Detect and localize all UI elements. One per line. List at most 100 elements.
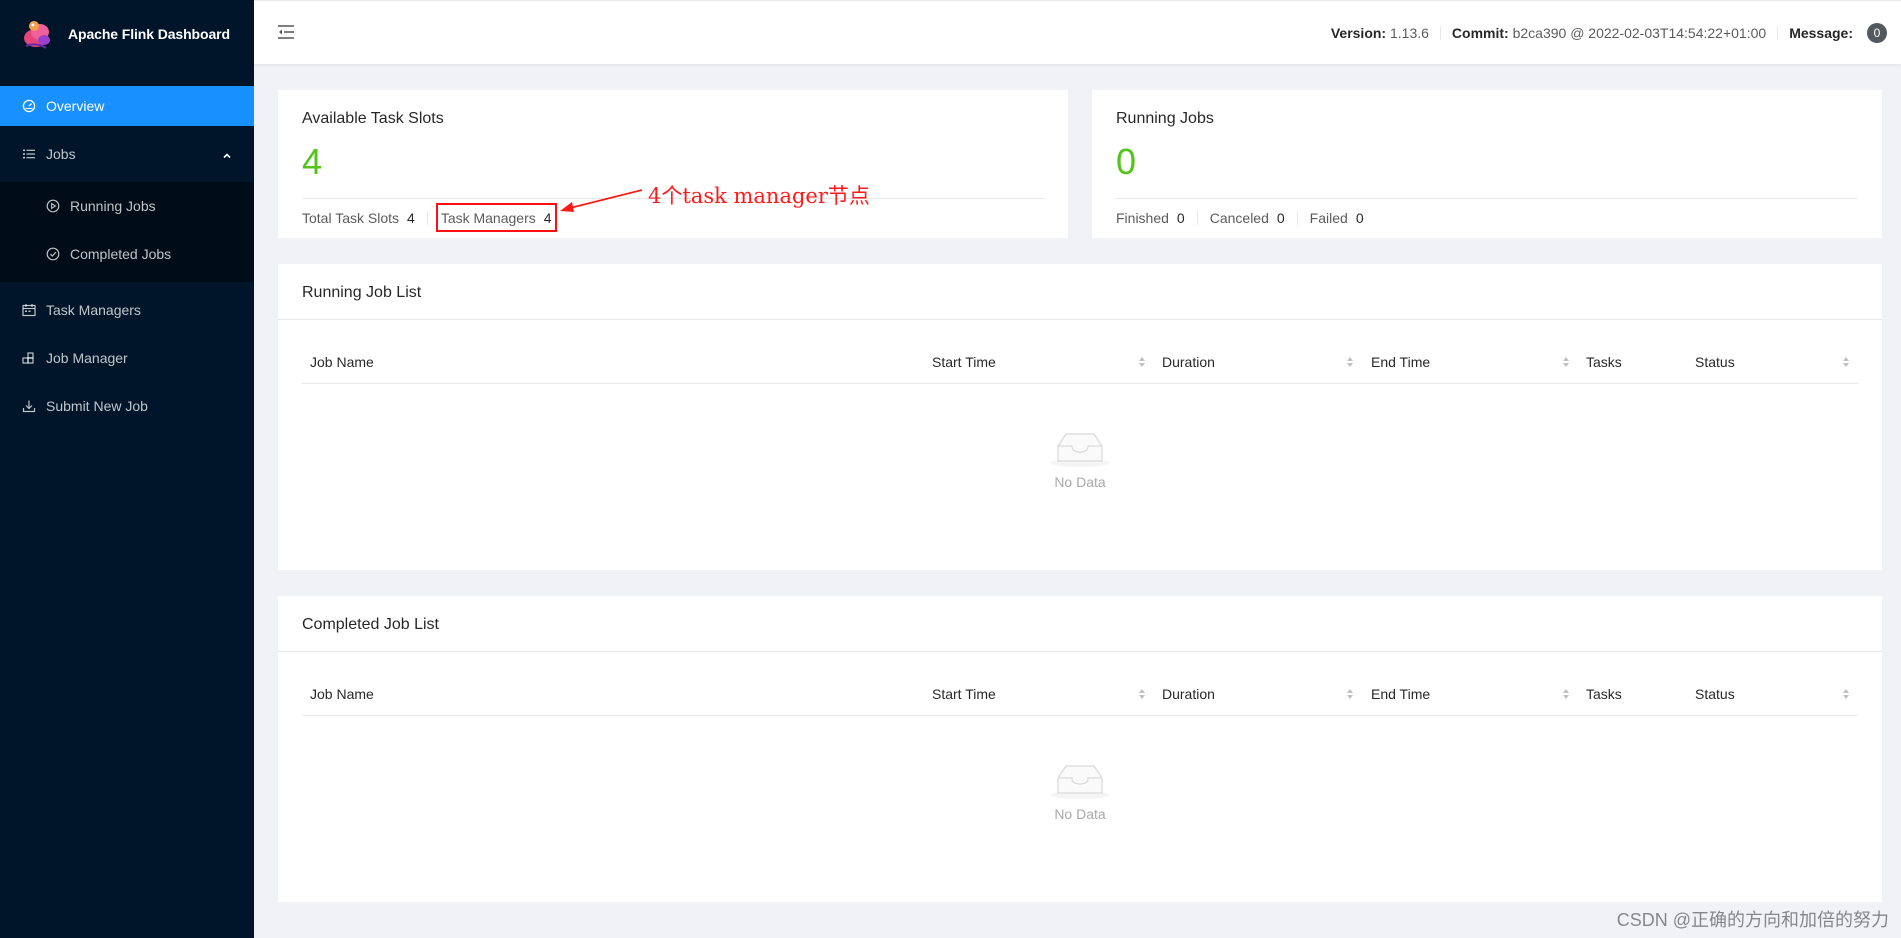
running-jobs-footer: Finished 0 Canceled 0 Failed 0 bbox=[1116, 198, 1858, 225]
highlight-box: Task Managers 4 bbox=[435, 203, 557, 232]
sort-icon[interactable] bbox=[1138, 355, 1146, 369]
running-jobs-card: Running Jobs 0 Finished 0 Canceled 0 Faile… bbox=[1092, 90, 1882, 238]
app-title: Apache Flink Dashboard bbox=[68, 26, 230, 42]
jobs-submenu: Running Jobs Completed Jobs bbox=[0, 182, 254, 282]
finished-value: 0 bbox=[1176, 210, 1185, 226]
schedule-icon bbox=[22, 303, 36, 317]
column-status[interactable]: Status bbox=[1695, 354, 1735, 370]
canceled-value: 0 bbox=[1276, 210, 1285, 226]
task-slots-card: Available Task Slots 4 Total Task Slots 4… bbox=[278, 90, 1068, 238]
column-duration[interactable]: Duration bbox=[1162, 354, 1215, 370]
finished-label: Finished bbox=[1116, 210, 1169, 226]
sidebar-menu: Overview Jobs Running Jobs Completed Job… bbox=[0, 86, 254, 434]
version-value: 1.13.6 bbox=[1389, 25, 1429, 41]
empty-text: No Data bbox=[1054, 474, 1106, 490]
column-end-time[interactable]: End Time bbox=[1371, 354, 1430, 370]
column-job-name: Job Name bbox=[310, 686, 374, 702]
sort-icon[interactable] bbox=[1562, 687, 1570, 701]
task-managers-label: Task Managers bbox=[440, 210, 536, 226]
task-managers-value: 4 bbox=[543, 210, 552, 226]
logo[interactable]: Apache Flink Dashboard bbox=[0, 0, 254, 68]
sidebar-item-overview[interactable]: Overview bbox=[0, 86, 254, 126]
running-job-list-card: Running Job List Job Name Start Time Dur… bbox=[278, 264, 1882, 570]
finished-stat: Finished 0 bbox=[1116, 211, 1198, 225]
annotation-text: 4个task manager节点 bbox=[648, 184, 870, 208]
sidebar-item-label: Running Jobs bbox=[70, 198, 156, 214]
canceled-label: Canceled bbox=[1209, 210, 1269, 226]
upload-icon bbox=[22, 399, 36, 413]
header: Version: 1.13.6 Commit: b2ca390 @ 2022-0… bbox=[254, 0, 1901, 64]
play-circle-icon bbox=[46, 199, 60, 213]
sidebar-item-label: Submit New Job bbox=[46, 398, 148, 414]
empty-state: No Data bbox=[302, 428, 1858, 490]
failed-value: 0 bbox=[1355, 210, 1364, 226]
sidebar-item-jobs[interactable]: Jobs bbox=[0, 134, 254, 174]
message-label: Message: bbox=[1789, 25, 1853, 41]
column-duration[interactable]: Duration bbox=[1162, 686, 1215, 702]
failed-stat: Failed 0 bbox=[1310, 211, 1376, 225]
column-tasks: Tasks bbox=[1586, 686, 1622, 702]
total-task-slots-label: Total Task Slots bbox=[302, 210, 400, 226]
commit-value: b2ca390 @ 2022-02-03T14:54:22+01:00 bbox=[1512, 25, 1767, 41]
sidebar-item-completed-jobs[interactable]: Completed Jobs bbox=[0, 234, 254, 274]
sidebar-item-submit-new-job[interactable]: Submit New Job bbox=[0, 386, 254, 426]
sidebar-item-job-manager[interactable]: Job Manager bbox=[0, 338, 254, 378]
column-start-time[interactable]: Start Time bbox=[932, 686, 996, 702]
message-info[interactable]: Message: 0 bbox=[1778, 23, 1901, 43]
sort-icon[interactable] bbox=[1842, 355, 1850, 369]
sort-icon[interactable] bbox=[1842, 687, 1850, 701]
sidebar-item-label: Overview bbox=[46, 98, 105, 114]
completed-job-list-title: Completed Job List bbox=[278, 596, 1882, 652]
running-job-list-title: Running Job List bbox=[278, 264, 1882, 320]
list-icon bbox=[22, 147, 36, 161]
sidebar-item-label: Task Managers bbox=[46, 302, 141, 318]
column-job-name: Job Name bbox=[310, 354, 374, 370]
running-job-table: Job Name Start Time Duration End Time Ta… bbox=[302, 340, 1858, 490]
column-end-time[interactable]: End Time bbox=[1371, 686, 1430, 702]
running-jobs-title: Running Jobs bbox=[1116, 110, 1214, 127]
sidebar-item-task-managers[interactable]: Task Managers bbox=[0, 290, 254, 330]
chevron-up-icon bbox=[222, 148, 232, 164]
column-status[interactable]: Status bbox=[1695, 686, 1735, 702]
total-task-slots: Total Task Slots 4 bbox=[302, 211, 428, 225]
commit-info: Commit: b2ca390 @ 2022-02-03T14:54:22+01… bbox=[1441, 25, 1779, 41]
empty-text: No Data bbox=[1054, 806, 1106, 822]
empty-inbox-icon bbox=[302, 428, 1858, 468]
header-info: Version: 1.13.6 Commit: b2ca390 @ 2022-0… bbox=[1320, 1, 1901, 65]
watermark: CSDN @正确的方向和加倍的努力 bbox=[1616, 910, 1889, 930]
check-circle-icon bbox=[46, 247, 60, 261]
task-slots-value: 4 bbox=[302, 141, 323, 182]
sort-icon[interactable] bbox=[1562, 355, 1570, 369]
failed-label: Failed bbox=[1309, 210, 1348, 226]
message-count-badge[interactable]: 0 bbox=[1867, 23, 1887, 43]
flink-logo-icon bbox=[22, 18, 56, 50]
sidebar: Apache Flink Dashboard Overview Jobs Run… bbox=[0, 0, 254, 938]
sidebar-item-label: Job Manager bbox=[46, 350, 128, 366]
column-tasks: Tasks bbox=[1586, 354, 1622, 370]
total-task-slots-value: 4 bbox=[407, 210, 415, 226]
task-slots-title: Available Task Slots bbox=[302, 110, 444, 127]
sidebar-item-label: Completed Jobs bbox=[70, 246, 172, 262]
task-managers-stat: Task Managers 4 bbox=[435, 203, 569, 232]
table-header: Job Name Start Time Duration End Time Ta… bbox=[302, 672, 1858, 716]
sort-icon[interactable] bbox=[1346, 687, 1354, 701]
completed-job-table: Job Name Start Time Duration End Time Ta… bbox=[302, 672, 1858, 822]
dashboard-icon bbox=[22, 99, 36, 113]
table-header: Job Name Start Time Duration End Time Ta… bbox=[302, 340, 1858, 384]
menu-fold-icon[interactable] bbox=[277, 23, 295, 41]
empty-inbox-icon bbox=[302, 760, 1858, 800]
column-start-time[interactable]: Start Time bbox=[932, 354, 996, 370]
completed-job-list-card: Completed Job List Job Name Start Time D… bbox=[278, 596, 1882, 902]
empty-state: No Data bbox=[302, 760, 1858, 822]
sidebar-item-running-jobs[interactable]: Running Jobs bbox=[0, 186, 254, 226]
commit-label: Commit: bbox=[1451, 25, 1509, 41]
version-info: Version: 1.13.6 bbox=[1320, 26, 1441, 40]
sort-icon[interactable] bbox=[1138, 687, 1146, 701]
annotation-arrow-icon bbox=[560, 189, 643, 212]
build-icon bbox=[22, 351, 36, 365]
sort-icon[interactable] bbox=[1346, 355, 1354, 369]
sidebar-item-label: Jobs bbox=[46, 146, 76, 162]
running-jobs-value: 0 bbox=[1116, 141, 1137, 182]
version-label: Version: bbox=[1330, 25, 1387, 41]
canceled-stat: Canceled 0 bbox=[1210, 211, 1298, 225]
